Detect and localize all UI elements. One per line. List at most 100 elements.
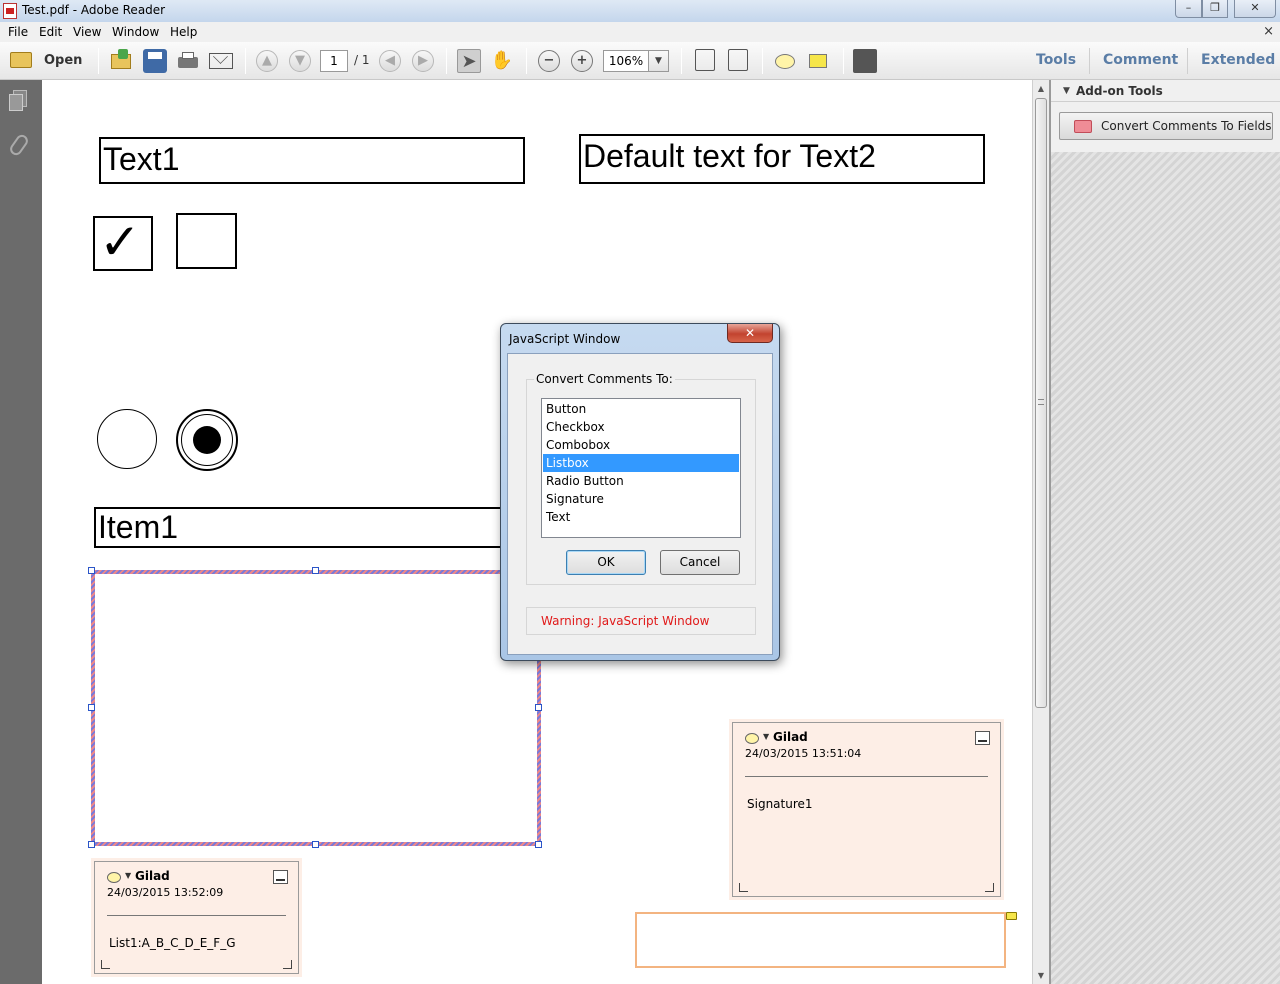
addon-tools-header[interactable]: ▼ Add-on Tools xyxy=(1051,80,1280,102)
toolbar-separator xyxy=(843,48,844,74)
tools-pane: ▼ Add-on Tools Convert Comments To Field… xyxy=(1049,80,1280,984)
list-item-radio-button[interactable]: Radio Button xyxy=(543,472,739,490)
resize-handle[interactable] xyxy=(88,567,95,574)
resize-handle[interactable] xyxy=(312,841,319,848)
scrollbar-thumb[interactable] xyxy=(1035,98,1047,708)
minimize-comment-button[interactable] xyxy=(975,731,990,745)
menu-help[interactable]: Help xyxy=(170,25,197,39)
create-pdf-button[interactable] xyxy=(110,49,134,73)
menu-view[interactable]: View xyxy=(73,25,101,39)
comment-popup[interactable]: ▼ Gilad 24/03/2015 13:52:09 List1:A_B_C_… xyxy=(91,858,302,977)
cursor-icon: ➤ xyxy=(461,51,477,72)
previous-view-button[interactable]: ◀ xyxy=(379,50,401,72)
list-item-signature[interactable]: Signature xyxy=(543,490,739,508)
dialog-close-button[interactable]: ✕ xyxy=(727,324,773,343)
menu-bar: File Edit View Window Help × xyxy=(0,22,1280,42)
toolbar-separator xyxy=(98,48,99,74)
chevron-down-icon: ▼ xyxy=(655,56,662,66)
print-button[interactable] xyxy=(176,49,200,73)
comment-date: 24/03/2015 13:51:04 xyxy=(745,747,862,760)
resize-handle[interactable] xyxy=(535,704,542,711)
title-bar: Test.pdf - Adobe Reader – ❐ ✕ xyxy=(0,0,1280,22)
zoom-out-button[interactable]: − xyxy=(538,50,560,72)
tab-separator xyxy=(1089,48,1090,74)
list-item-text[interactable]: Text xyxy=(543,508,739,526)
fit-page-button[interactable] xyxy=(695,49,715,71)
restore-button[interactable]: ❐ xyxy=(1202,0,1228,18)
highlight-text-button[interactable] xyxy=(807,49,831,73)
close-window-button[interactable]: ✕ xyxy=(1234,0,1276,18)
radio-button-2[interactable] xyxy=(176,409,238,471)
comment-marker-icon[interactable] xyxy=(1006,912,1017,920)
comment-popup[interactable]: ▼ Gilad 24/03/2015 13:51:04 Signature1 xyxy=(729,719,1004,900)
close-document-button[interactable]: × xyxy=(1263,24,1274,39)
zoom-in-button[interactable]: + xyxy=(571,50,593,72)
javascript-dialog: JavaScript Window ✕ Convert Comments To:… xyxy=(500,323,780,661)
save-button[interactable] xyxy=(143,49,167,73)
zoom-dropdown-button[interactable]: ▼ xyxy=(649,50,669,72)
menu-window[interactable]: Window xyxy=(112,25,159,39)
menu-edit[interactable]: Edit xyxy=(39,25,62,39)
tab-comment[interactable]: Comment xyxy=(1103,52,1178,68)
resize-grip-icon[interactable] xyxy=(985,883,994,892)
full-screen-button[interactable] xyxy=(853,49,877,73)
tab-tools[interactable]: Tools xyxy=(1036,52,1076,68)
resize-grip-icon[interactable] xyxy=(739,883,748,892)
scroll-down-icon[interactable]: ▼ xyxy=(1033,967,1049,984)
toolbar-separator xyxy=(681,48,682,74)
list-item-listbox[interactable]: Listbox xyxy=(543,454,739,472)
field-type-listbox[interactable]: Button Checkbox Combobox Listbox Radio B… xyxy=(541,398,741,538)
highlighter-icon xyxy=(809,54,827,68)
resize-handle[interactable] xyxy=(312,567,319,574)
ok-button[interactable]: OK xyxy=(566,550,646,575)
page-number-input[interactable]: 1 xyxy=(320,50,348,72)
attachments-icon[interactable] xyxy=(7,132,31,158)
hand-tool-button[interactable]: ✋ xyxy=(490,49,514,73)
email-button[interactable] xyxy=(209,53,233,69)
options-caret-icon[interactable]: ▼ xyxy=(763,732,769,741)
list-field[interactable]: Item1 xyxy=(94,507,514,548)
warning-box: Warning: JavaScript Window xyxy=(526,607,756,635)
next-view-button[interactable]: ▶ xyxy=(412,50,434,72)
fit-width-button[interactable] xyxy=(728,49,748,71)
arrow-down-icon: ▼ xyxy=(295,53,305,68)
options-caret-icon[interactable]: ▼ xyxy=(125,871,131,880)
list-item-combobox[interactable]: Combobox xyxy=(543,436,739,454)
comment-text[interactable]: Signature1 xyxy=(747,797,813,811)
zoom-level-input[interactable]: 106% xyxy=(603,50,649,72)
minimize-comment-button[interactable] xyxy=(273,870,288,884)
tab-separator xyxy=(1187,48,1188,74)
list-item-button[interactable]: Button xyxy=(543,400,739,418)
checkbox-1[interactable]: ✓ xyxy=(93,213,153,271)
list-item-checkbox[interactable]: Checkbox xyxy=(543,418,739,436)
dialog-title: JavaScript Window xyxy=(509,332,621,346)
select-tool-button[interactable]: ➤ xyxy=(457,49,481,73)
page-thumbnails-icon[interactable] xyxy=(9,90,29,112)
resize-grip-icon[interactable] xyxy=(283,960,292,969)
convert-comments-button[interactable]: Convert Comments To Fields xyxy=(1059,112,1273,140)
text-field-highlighted[interactable] xyxy=(635,912,1006,968)
resize-handle[interactable] xyxy=(535,841,542,848)
comment-text[interactable]: List1:A_B_C_D_E_F_G xyxy=(109,936,236,950)
previous-page-button[interactable]: ▲ xyxy=(256,50,278,72)
comment-author: Gilad xyxy=(135,869,170,883)
scroll-up-icon[interactable]: ▲ xyxy=(1033,80,1049,97)
open-button[interactable]: Open xyxy=(8,48,84,74)
radio-button-1[interactable] xyxy=(97,409,157,469)
resize-handle[interactable] xyxy=(88,704,95,711)
selected-signature-field[interactable] xyxy=(91,570,541,846)
sticky-note-button[interactable] xyxy=(775,54,795,69)
tab-extended[interactable]: Extended xyxy=(1201,52,1275,68)
checkbox-2[interactable] xyxy=(176,213,237,269)
minimize-button[interactable]: – xyxy=(1175,0,1202,18)
next-page-button[interactable]: ▼ xyxy=(289,50,311,72)
comment-date: 24/03/2015 13:52:09 xyxy=(107,886,224,899)
resize-grip-icon[interactable] xyxy=(101,960,110,969)
text2-field[interactable]: Default text for Text2 xyxy=(579,134,985,184)
menu-file[interactable]: File xyxy=(8,25,28,39)
thumb-grip-icon xyxy=(1038,399,1044,405)
vertical-scrollbar[interactable]: ▲ ▼ xyxy=(1032,80,1049,984)
resize-handle[interactable] xyxy=(88,841,95,848)
cancel-button[interactable]: Cancel xyxy=(660,550,740,575)
text1-field[interactable]: Text1 xyxy=(99,137,525,184)
